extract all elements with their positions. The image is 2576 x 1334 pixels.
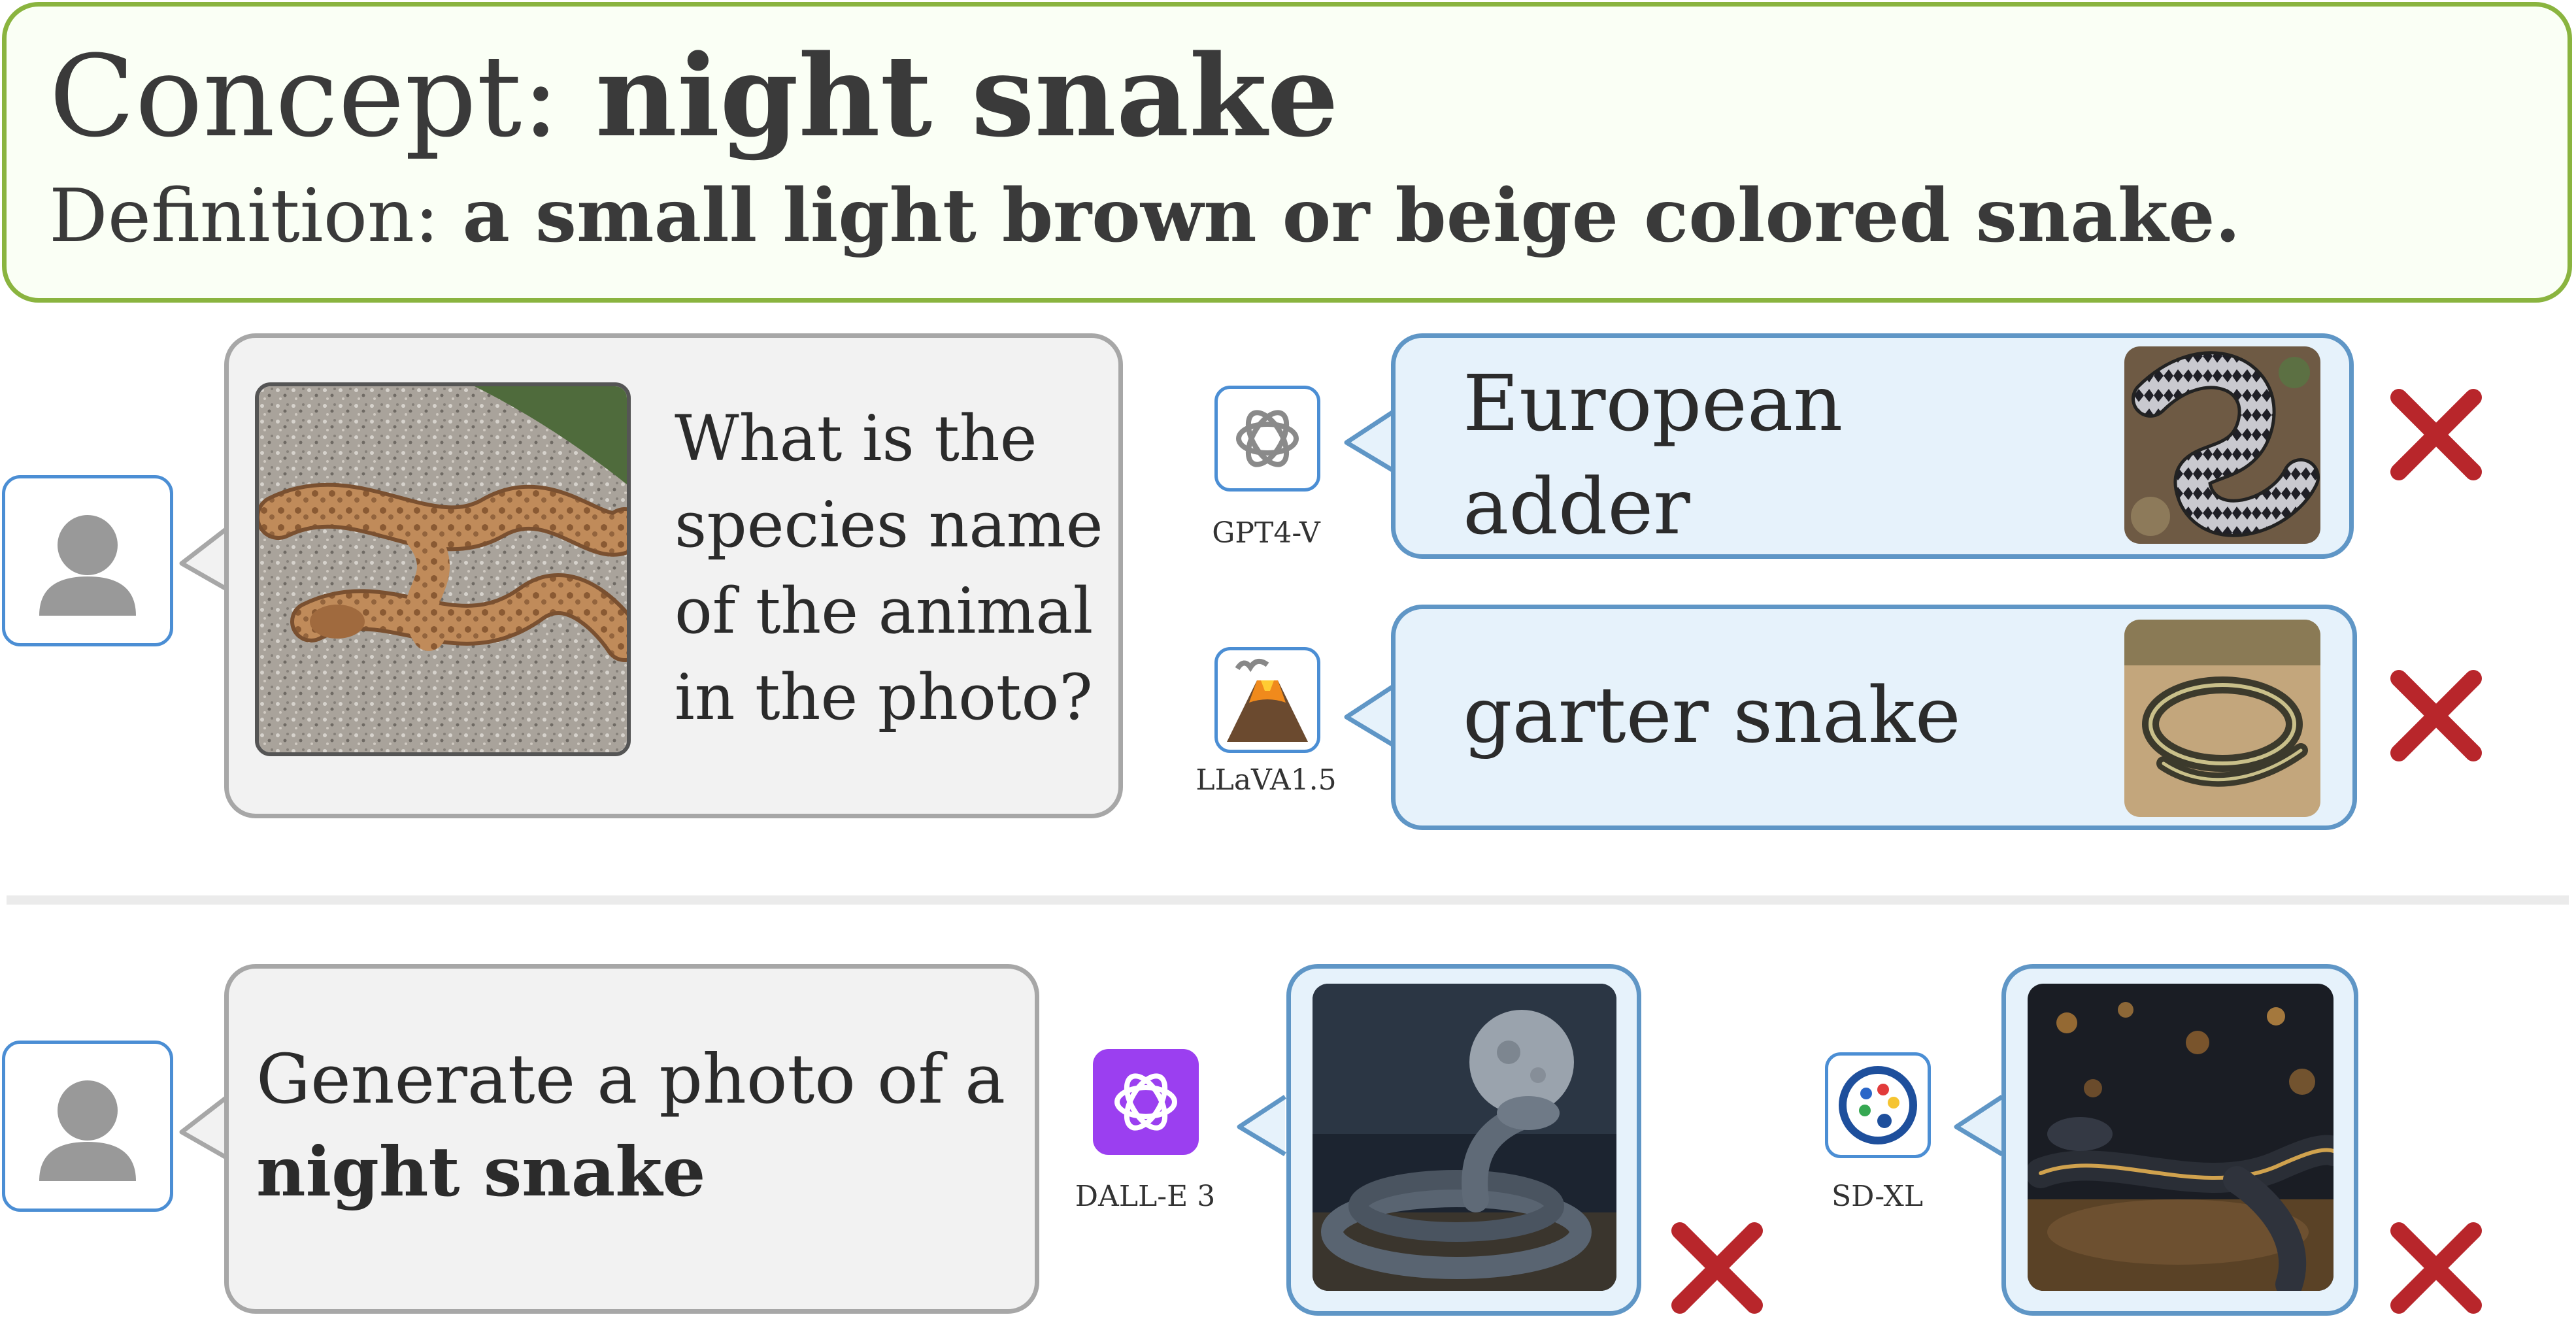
llava-bubble-tail bbox=[1344, 685, 1394, 747]
prompt-bubble-tail bbox=[179, 1095, 229, 1161]
dalle-bubble-tail bbox=[1237, 1095, 1286, 1157]
answer-line: adder bbox=[1463, 461, 1690, 552]
answer-line: garter snake bbox=[1463, 670, 1961, 760]
sdxl-palette-icon bbox=[1825, 1052, 1931, 1158]
sdxl-bubble-tail bbox=[1954, 1095, 2003, 1157]
sdxl-generated-photo bbox=[2028, 984, 2333, 1291]
night-snake-photo bbox=[255, 382, 631, 756]
llava-answer-text: garter snake bbox=[1463, 663, 1961, 767]
gpt4v-answer-text: European adder bbox=[1463, 352, 1843, 558]
section-divider bbox=[7, 895, 2569, 905]
user-avatar-icon bbox=[2, 1041, 173, 1212]
question-line: What is the bbox=[675, 402, 1037, 475]
question-line: of the animal bbox=[675, 575, 1094, 648]
european-adder-photo bbox=[2124, 346, 2320, 544]
question-line: in the photo? bbox=[675, 661, 1093, 734]
wrong-x-icon bbox=[1671, 1222, 1763, 1314]
llava-volcano-icon bbox=[1214, 647, 1320, 753]
prompt-line: Generate a photo of a bbox=[256, 1039, 1006, 1119]
prompt-text: Generate a photo of a night snake bbox=[256, 1033, 1005, 1218]
question-line: species name bbox=[675, 488, 1103, 561]
garter-snake-photo bbox=[2124, 620, 2320, 817]
prompt-concept: night snake bbox=[256, 1131, 706, 1212]
question-bubble-tail bbox=[179, 526, 229, 592]
sdxl-label: SD-XL bbox=[1831, 1180, 1924, 1213]
answer-line: European bbox=[1463, 358, 1843, 448]
wrong-x-icon bbox=[2390, 670, 2482, 761]
dalle-openai-icon bbox=[1093, 1049, 1199, 1155]
concept-label: Concept: bbox=[49, 31, 560, 162]
concept-value: night snake bbox=[595, 29, 1339, 162]
definition-value: a small light brown or beige colored sna… bbox=[462, 173, 2241, 259]
dalle-label: DALL-E 3 bbox=[1075, 1180, 1216, 1213]
concept-definition: Definition: a small light brown or beige… bbox=[49, 173, 2241, 259]
wrong-x-icon bbox=[2390, 1222, 2482, 1314]
user-avatar-icon bbox=[2, 475, 173, 646]
gpt4v-bubble-tail bbox=[1344, 410, 1394, 473]
dalle-generated-photo bbox=[1313, 984, 1616, 1291]
definition-label: Definition: bbox=[49, 174, 439, 259]
gpt4v-openai-icon bbox=[1214, 386, 1320, 492]
wrong-x-icon bbox=[2390, 389, 2482, 480]
llava-label: LLaVA1.5 bbox=[1196, 763, 1337, 797]
question-text: What is the species name of the animal i… bbox=[675, 395, 1103, 741]
gpt4v-label: GPT4-V bbox=[1212, 516, 1320, 550]
concept-title: Concept: night snake bbox=[49, 29, 1339, 162]
